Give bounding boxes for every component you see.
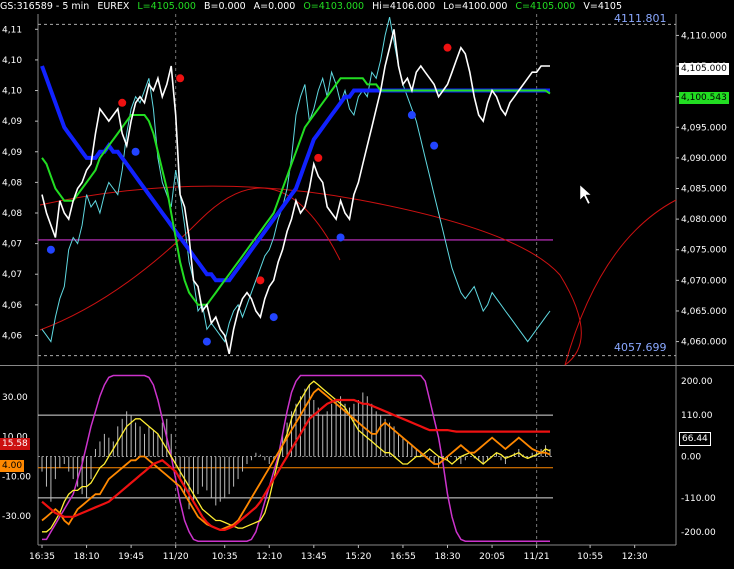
header-open: O=4103.000 — [303, 1, 365, 12]
upper-right-tick-label: 4,070.000 — [681, 276, 727, 286]
blue-signal-dot — [202, 337, 211, 346]
red-signal-dot — [443, 43, 452, 52]
blue-signal-dot — [336, 233, 345, 242]
x-tick-label: 11/21 — [524, 552, 550, 562]
x-tick-label: 13:45 — [301, 552, 327, 562]
upper-left-tick-label: 4,07 — [2, 270, 22, 280]
upper-right-tick-label: 4,075.000 — [681, 246, 727, 256]
upper-right-tick-label: 4,080.000 — [681, 215, 727, 225]
x-tick-label: 12:30 — [622, 552, 648, 562]
lower-right-tick-label: 110.00 — [681, 411, 713, 421]
x-tick-label: 19:45 — [118, 552, 144, 562]
red-arc-curve — [39, 187, 341, 331]
upper-left-tick-label: 4,08 — [2, 178, 22, 188]
lower-left-tick-label: -30.00 — [2, 512, 31, 522]
chart-svg: 4,110.0004,105.0004,100.0004,095.0004,09… — [0, 14, 734, 562]
lower-left-tick-label: -10.00 — [2, 472, 31, 482]
x-tick-label: 16:55 — [390, 552, 416, 562]
max-price-label: 4111.801 — [614, 12, 667, 25]
upper-left-tick-label: 4,09 — [2, 148, 22, 158]
x-tick-label: 15:20 — [345, 552, 371, 562]
red-signal-dot — [176, 74, 185, 83]
upper-left-tick-label: 4,10 — [2, 56, 22, 66]
x-tick-label: 10:35 — [212, 552, 238, 562]
lower-right-tick-label: -110.00 — [681, 494, 716, 504]
lower-right-tick-label: -200.00 — [681, 528, 716, 538]
blue-signal-dot — [131, 147, 140, 156]
mouse-cursor-icon — [579, 184, 592, 205]
red-arc-curve — [39, 185, 582, 366]
upper-left-tick-label: 4,08 — [2, 209, 22, 219]
min-price-label: 4057.699 — [614, 341, 667, 354]
blue-signal-dot — [407, 111, 416, 120]
header-close: C=4105.000 — [515, 1, 576, 12]
header-exchange: EUREX — [97, 1, 130, 12]
x-tick-label: 16:35 — [29, 552, 55, 562]
blue-signal-dot — [430, 141, 439, 150]
red-signal-dot — [256, 276, 265, 285]
upper-left-tick-label: 4,10 — [2, 87, 22, 97]
x-tick-label: 20:05 — [479, 552, 505, 562]
header-low: Lo=4100.000 — [443, 1, 508, 12]
header-bid: B=0.000 — [203, 1, 246, 12]
upper-right-tick-label: 4,065.000 — [681, 307, 727, 317]
upper-left-tick-label: 4,06 — [2, 301, 22, 311]
header-symbol: GS:316589 - 5 min — [0, 1, 90, 12]
chart-container: 4,110.0004,105.0004,100.0004,095.0004,09… — [0, 0, 734, 565]
last-price-label: 4,105.000 — [679, 63, 729, 75]
lower-left-tick-label: 30.00 — [2, 393, 28, 403]
x-tick-label: 11/20 — [163, 552, 189, 562]
lower-right-tick-label: 0.00 — [681, 453, 701, 463]
header-volume: V=4105 — [583, 1, 622, 12]
ma-price-label: 4,100.543 — [679, 92, 729, 104]
right-badge: 66.44 — [679, 432, 711, 446]
blue-signal-dot — [269, 313, 278, 322]
header-high: Hi=4106.000 — [372, 1, 436, 12]
x-tick-label: 18:30 — [435, 552, 461, 562]
header-ask: A=0.000 — [253, 1, 296, 12]
upper-right-tick-label: 4,095.000 — [681, 123, 727, 133]
upper-right-tick-label: 4,060.000 — [681, 338, 727, 348]
left-badge-red: 15.58 — [0, 438, 30, 450]
x-tick-label: 10:55 — [577, 552, 603, 562]
upper-right-tick-label: 4,085.000 — [681, 185, 727, 195]
upper-left-tick-label: 4,11 — [2, 25, 22, 35]
left-badge-orange: 4.00 — [0, 460, 25, 472]
upper-left-tick-label: 4,07 — [2, 240, 22, 250]
upper-right-tick-label: 4,090.000 — [681, 154, 727, 164]
lower-right-tick-label: 200.00 — [681, 377, 713, 387]
red-signal-dot — [314, 153, 323, 162]
red-signal-dot — [118, 98, 127, 107]
x-tick-label: 18:10 — [74, 552, 100, 562]
blue-signal-dot — [46, 245, 55, 254]
upper-left-tick-label: 4,09 — [2, 117, 22, 127]
upper-right-tick-label: 4,110.000 — [681, 31, 727, 41]
cyan-price-line — [41, 16, 551, 343]
x-tick-label: 12:10 — [256, 552, 282, 562]
upper-left-tick-label: 4,06 — [2, 331, 22, 341]
header-last: L=4105.000 — [137, 1, 196, 12]
